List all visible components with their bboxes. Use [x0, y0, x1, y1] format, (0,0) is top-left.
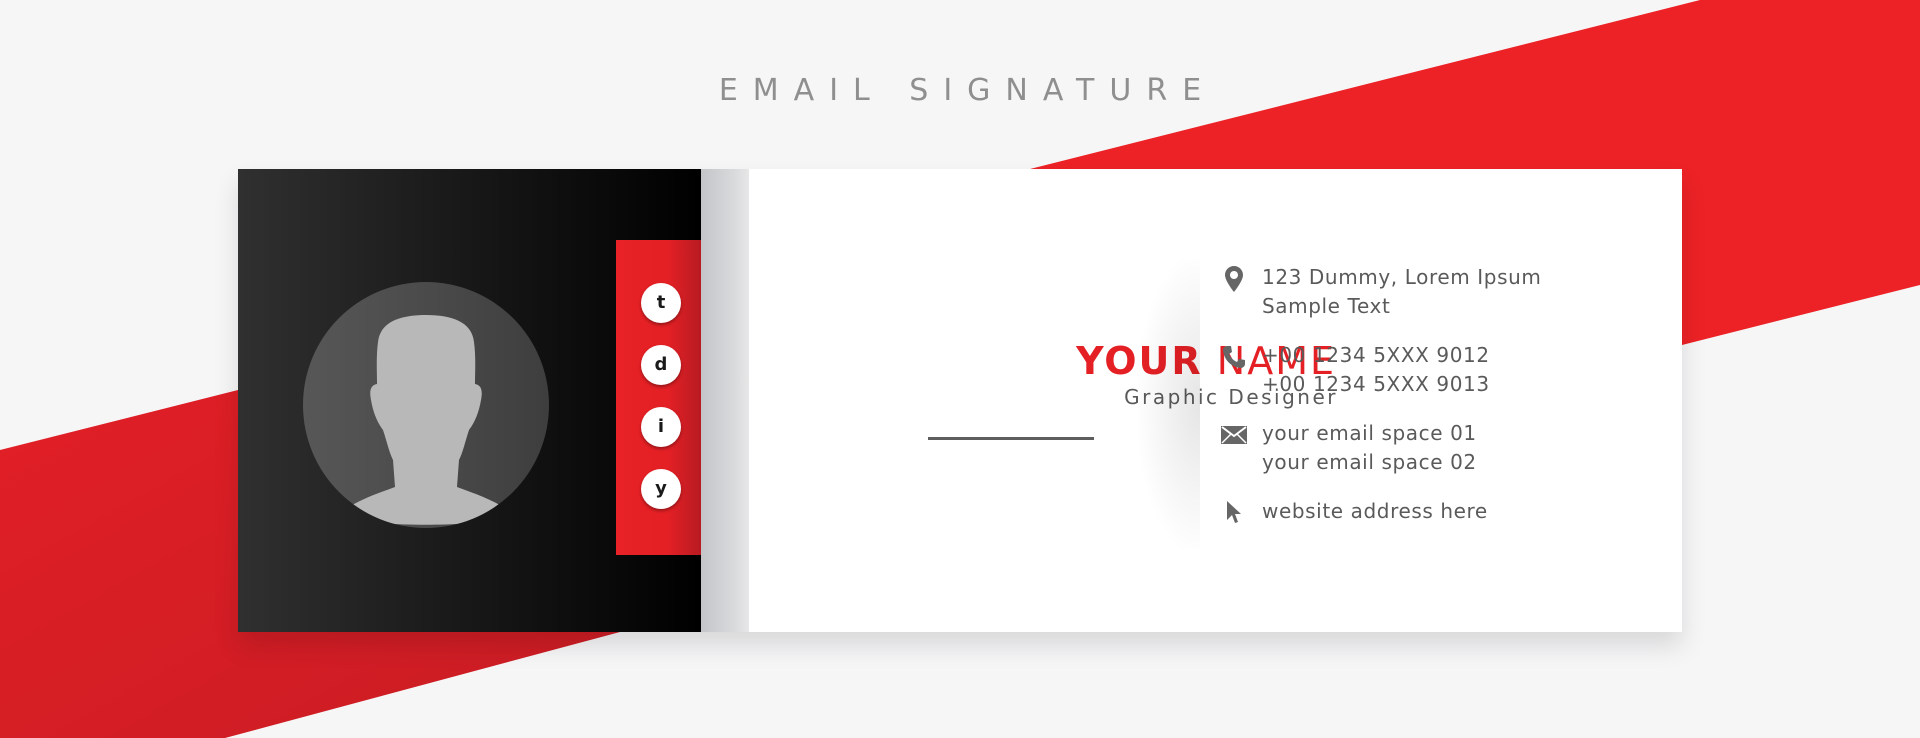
instagram-icon[interactable]: i — [641, 407, 681, 447]
cursor-icon — [1220, 501, 1248, 525]
fold-strip — [701, 169, 749, 632]
contact-list: 123 Dummy, Lorem Ipsum Sample Text +00 1… — [1220, 263, 1541, 546]
contact-email: your email space 01 your email space 02 — [1220, 419, 1541, 477]
divider-line — [928, 437, 1094, 440]
youtube-icon[interactable]: y — [641, 469, 681, 509]
twitter-icon[interactable]: t — [641, 283, 681, 323]
dribbble-icon[interactable]: d — [641, 345, 681, 385]
avatar — [303, 282, 549, 528]
contact-website[interactable]: website address here — [1220, 497, 1541, 526]
signature-card: t d i y YOUR NAME Graphic Designer 123 D… — [238, 169, 1682, 632]
user-silhouette-icon — [338, 315, 514, 525]
page-headline: EMAIL SIGNATURE — [718, 73, 1217, 108]
phone-icon — [1220, 345, 1248, 369]
contact-panel-shadow — [1138, 259, 1200, 549]
social-bar: t d i y — [616, 240, 701, 555]
location-pin-icon — [1220, 266, 1248, 292]
envelope-icon — [1220, 423, 1248, 447]
photo-panel: t d i y — [238, 169, 701, 632]
contact-address: 123 Dummy, Lorem Ipsum Sample Text — [1220, 263, 1541, 321]
contact-phone: +00 1234 5XXX 9012 +00 1234 5XXX 9013 — [1220, 341, 1541, 399]
